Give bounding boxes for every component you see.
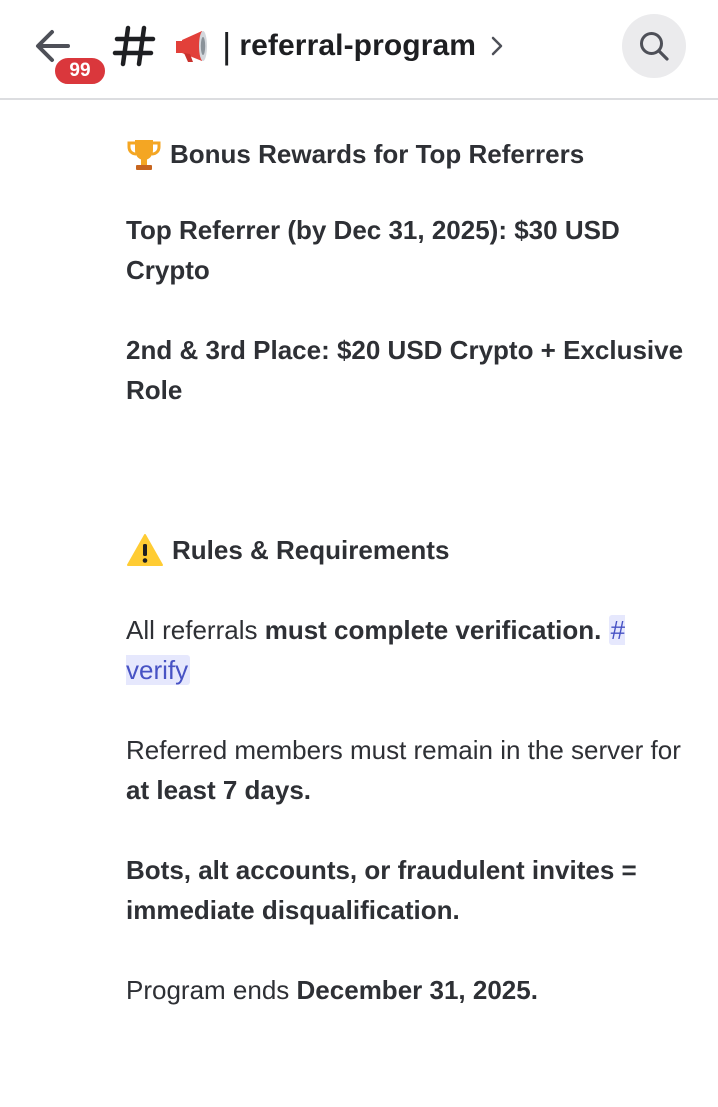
megaphone-icon bbox=[176, 31, 207, 62]
channel-title-button[interactable]: | referral-program bbox=[172, 24, 504, 68]
rule-disqualification: Bots, alt accounts, or fraudulent invite… bbox=[126, 855, 637, 925]
bonus-heading-text: Bonus Rewards for Top Referrers bbox=[170, 139, 585, 169]
rules-heading-text: Rules & Requirements bbox=[172, 535, 450, 565]
rule-end-date-prefix: Program ends bbox=[126, 975, 297, 1005]
unread-badge: 99 bbox=[52, 55, 108, 87]
second-third-reward: 2nd & 3rd Place: $20 USD Crypto + Exclus… bbox=[126, 335, 684, 405]
channel-header: 99 | referral-program bbox=[0, 0, 718, 100]
rule-duration-prefix: Referred members must remain in the serv… bbox=[126, 735, 681, 765]
rule-end-date-bold: December 31, 2025. bbox=[296, 975, 538, 1005]
search-icon bbox=[640, 32, 669, 61]
top-referrer-reward: Top Referrer (by Dec 31, 2025): $30 USD … bbox=[126, 215, 620, 285]
search-button[interactable] bbox=[622, 14, 686, 78]
rules-heading: Rules & Requirements bbox=[126, 530, 696, 570]
rule-duration-bold: at least 7 days. bbox=[126, 775, 311, 805]
rule-verification: All referrals must complete verification… bbox=[126, 610, 696, 690]
hash-icon bbox=[112, 25, 156, 67]
channel-name: referral-program bbox=[239, 29, 477, 62]
rule-end-date: Program ends December 31, 2025. bbox=[126, 970, 696, 1010]
chevron-right-icon bbox=[491, 36, 503, 56]
rule-duration: Referred members must remain in the serv… bbox=[126, 730, 696, 810]
message-content: Bonus Rewards for Top Referrers Top Refe… bbox=[126, 130, 696, 1010]
bonus-heading: Bonus Rewards for Top Referrers bbox=[126, 134, 696, 174]
channel-separator: | bbox=[222, 25, 232, 66]
rule-verification-prefix: All referrals bbox=[126, 615, 265, 645]
warning-icon bbox=[127, 534, 163, 566]
rule-verification-bold: must complete verification. bbox=[264, 615, 602, 645]
trophy-icon bbox=[127, 140, 161, 170]
